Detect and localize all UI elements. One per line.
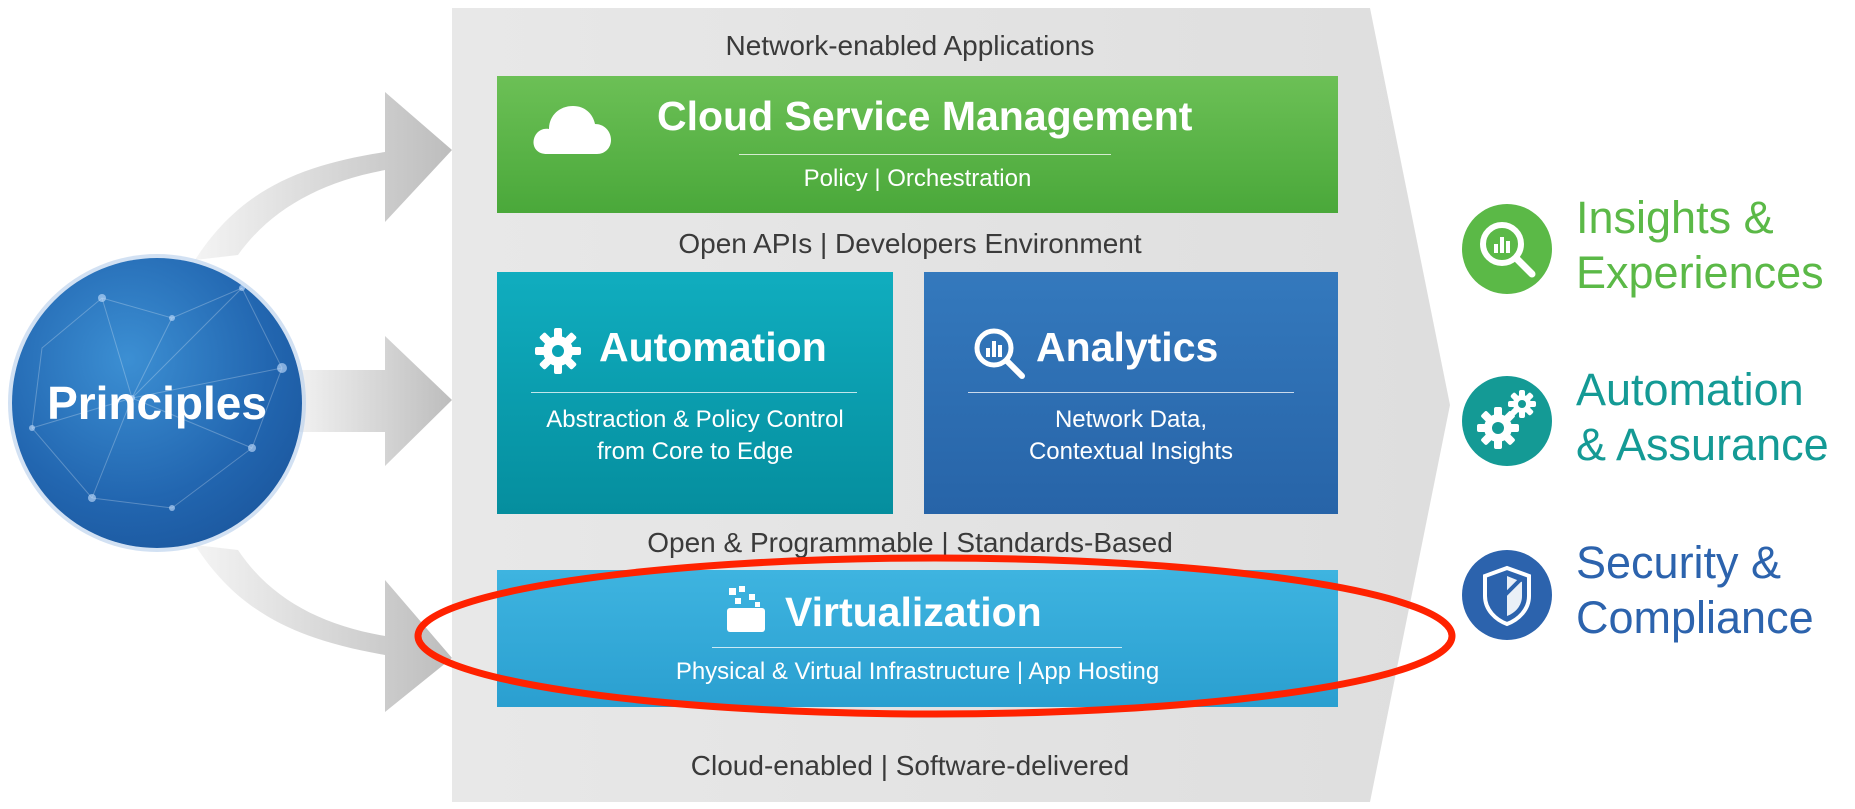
- outcome-insights-line1: Insights &: [1576, 192, 1774, 243]
- automation-box: Automation Abstraction & Policy Control …: [497, 272, 893, 514]
- analytics-line1: Network Data,: [1054, 406, 1208, 433]
- network-apps-label: Network-enabled Applications: [725, 30, 1095, 61]
- cloud-service-management-box: Cloud Service Management Policy | Orches…: [497, 76, 1338, 213]
- arrow-top: [195, 92, 452, 260]
- cloud-divider: [739, 154, 1111, 155]
- analytics-box: Analytics Network Data, Contextual Insig…: [924, 272, 1338, 514]
- cubes-icon: [727, 586, 765, 632]
- gear-icon: [535, 328, 581, 374]
- automation-line1: Abstraction & Policy Control: [546, 406, 844, 433]
- virtualization-divider: [712, 647, 1122, 648]
- analytics-title: Analytics: [1036, 324, 1219, 370]
- gears-icon: [1462, 376, 1552, 466]
- outcome-security: Security & Compliance: [1576, 535, 1814, 645]
- outcome-automation-line2: & Assurance: [1576, 419, 1829, 470]
- analytics-line2: Contextual Insights: [1028, 438, 1234, 465]
- virtualization-title: Virtualization: [785, 589, 1042, 635]
- outcome-automation: Automation & Assurance: [1576, 362, 1829, 472]
- automation-title: Automation: [599, 324, 827, 370]
- insights-magnifier-icon: [1462, 204, 1552, 294]
- magnifier-chart-icon: [974, 328, 1025, 379]
- shield-icon: [1462, 550, 1552, 640]
- analytics-divider: [968, 392, 1294, 393]
- automation-line2: from Core to Edge: [596, 438, 794, 465]
- principles-label: Principles: [47, 377, 267, 429]
- outcome-security-line1: Security &: [1576, 537, 1782, 588]
- virtualization-subtitle: Physical & Virtual Infrastructure | App …: [675, 658, 1160, 685]
- open-programmable-label: Open & Programmable | Standards-Based: [647, 527, 1173, 558]
- arrow-bottom: [195, 545, 452, 712]
- outcome-security-line2: Compliance: [1576, 592, 1814, 643]
- arrow-middle: [290, 336, 452, 466]
- cloud-icon: [533, 106, 611, 154]
- outcome-automation-line1: Automation: [1576, 364, 1804, 415]
- cloud-title: Cloud Service Management: [657, 93, 1193, 139]
- outcome-insights-line2: Experiences: [1576, 247, 1824, 298]
- virtualization-box: Virtualization Physical & Virtual Infras…: [497, 570, 1338, 707]
- principles-globe: Principles: [12, 258, 302, 548]
- open-apis-label: Open APIs | Developers Environment: [678, 228, 1142, 259]
- cloud-enabled-label: Cloud-enabled | Software-delivered: [690, 750, 1130, 781]
- automation-divider: [531, 392, 857, 393]
- cloud-subtitle: Policy | Orchestration: [803, 165, 1032, 192]
- outcome-insights: Insights & Experiences: [1576, 190, 1824, 300]
